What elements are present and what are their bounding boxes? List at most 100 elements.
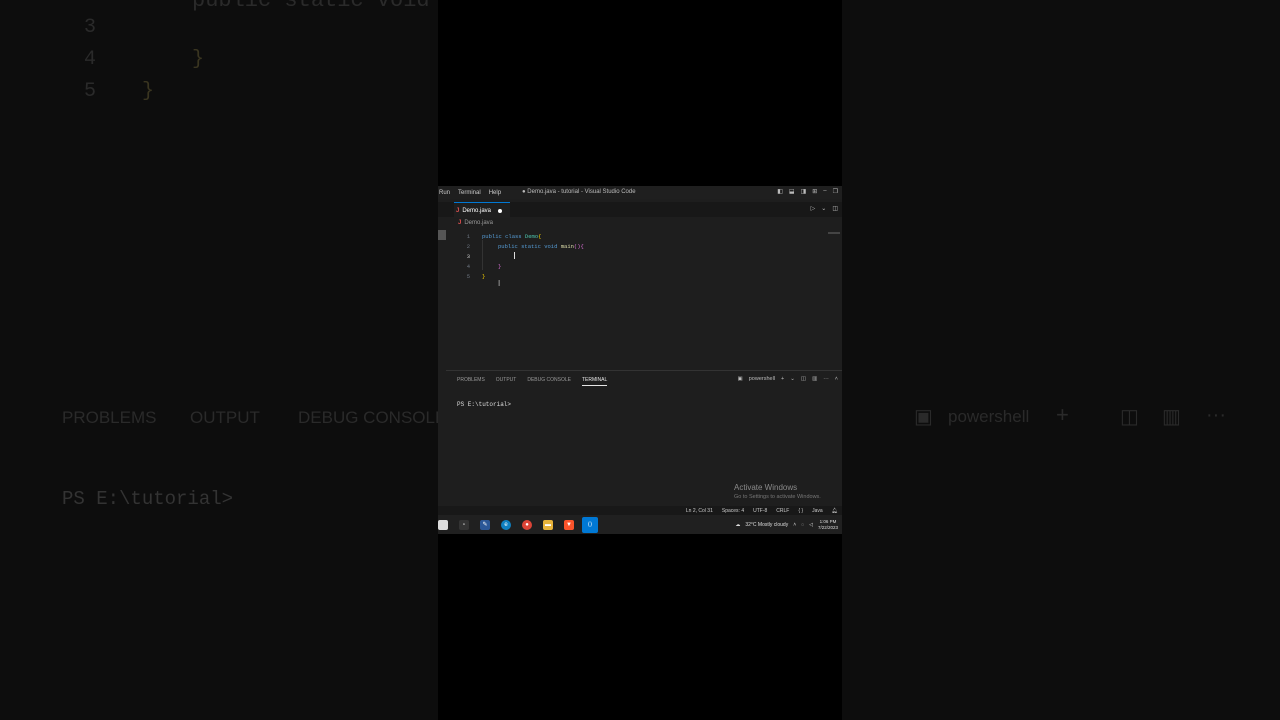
more-icon[interactable]: ··· (823, 376, 829, 382)
language-mode[interactable]: Java (812, 508, 823, 514)
end-of-line[interactable]: CRLF (776, 508, 789, 514)
restore-icon[interactable]: ❐ (833, 188, 838, 195)
terminal-prompt[interactable]: PS E:\tutorial> (457, 401, 511, 408)
text-cursor (514, 252, 515, 259)
minimap[interactable] (828, 232, 840, 234)
code-line-4: } (498, 263, 502, 270)
chevron-up-icon[interactable]: ˄ (793, 522, 796, 528)
code-editor[interactable]: 1 2 3 4 5 public class Demo{ public stat… (446, 230, 842, 360)
bg-line-number: 4 (84, 48, 97, 71)
bg-terminal-icon: ▣ (914, 406, 933, 428)
tab-demo-java[interactable]: J Demo.java (454, 202, 511, 218)
class-name: Demo (524, 233, 539, 240)
tab-debug-console[interactable]: DEBUG CONSOLE (527, 377, 571, 386)
windows-taskbar: ▫ ✎ e ● ▬ ▼ ⟨⟩ ☁ 32°C Mostly cloudy ˄ ◌ … (438, 515, 842, 534)
file-explorer-icon[interactable]: ▬ (543, 519, 553, 530)
bg-bracket: } (142, 80, 155, 103)
split-editor-icon[interactable]: ◫ (832, 205, 838, 212)
notifications-icon[interactable]: 🔔︎ (832, 508, 838, 514)
bg-split-icon: ◫ (1120, 406, 1139, 428)
cursor-position[interactable]: Ln 2, Col 31 (686, 508, 713, 514)
date: 7/22/2023 (817, 525, 838, 530)
system-tray: ☁ 32°C Mostly cloudy ˄ ◌ ◁ 1:06 PM 7/22/… (735, 519, 838, 531)
bg-code-line: public static void (192, 0, 430, 13)
title-bar: Run Terminal Help ● Demo.java - tutorial… (438, 186, 842, 199)
terminal-icon: ▣ (737, 376, 743, 382)
maximize-panel-icon[interactable]: ˄ (835, 376, 838, 382)
panel-actions: ▣ powershell + ⌄ ◫ ▥ ··· ˄ (738, 376, 838, 382)
split-terminal-icon[interactable]: ◫ (801, 376, 806, 382)
bg-plus-icon: + (1056, 402, 1069, 427)
line-number: 4 (466, 263, 470, 270)
start-icon[interactable] (438, 519, 448, 530)
menu-bar: Run Terminal Help (438, 190, 509, 196)
line-number: 3 (466, 253, 470, 260)
vscode-taskbar-icon[interactable]: ⟨⟩ (582, 516, 598, 533)
chevron-down-icon[interactable]: ⌄ (790, 376, 795, 382)
unsaved-dot-icon[interactable] (498, 208, 503, 213)
bg-tab-debug: DEBUG CONSOLE (298, 408, 438, 427)
toggle-secondary-sidebar-icon[interactable]: ◨ (801, 188, 807, 195)
task-view-icon[interactable]: ▫ (459, 519, 469, 530)
menu-help[interactable]: Help (489, 190, 501, 196)
trash-icon[interactable]: ▥ (812, 376, 817, 382)
window-title: ● Demo.java - tutorial - Visual Studio C… (522, 189, 636, 195)
layout-icon[interactable]: ⊞ (812, 188, 817, 195)
java-file-icon: J (456, 207, 460, 214)
breadcrumb-file[interactable]: Demo.java (464, 220, 493, 226)
panel-tabs: PROBLEMS OUTPUT DEBUG CONSOLE TERMINAL (457, 377, 608, 386)
activate-windows-subtitle: Go to Settings to activate Windows. (734, 494, 821, 500)
bg-line-number: 5 (84, 80, 97, 103)
cloud-icon: ☁ (735, 522, 741, 528)
brave-icon[interactable]: ▼ (564, 519, 574, 530)
breadcrumb: J Demo.java (458, 220, 493, 226)
bg-bracket: } (192, 48, 205, 71)
run-dropdown-icon[interactable]: ⌄ (821, 205, 826, 212)
tab-terminal[interactable]: TERMINAL (581, 377, 608, 386)
keyword: public static void (498, 243, 561, 250)
code-line-2: public static void main(){ (498, 243, 584, 250)
window-controls: ◧ ⬓ ◨ ⊞ – ❐ (777, 188, 838, 195)
indent-guide (482, 240, 483, 270)
line-number: 5 (466, 273, 470, 280)
chrome-icon[interactable]: ● (522, 519, 532, 530)
vscode-window: Run Terminal Help ● Demo.java - tutorial… (438, 186, 842, 534)
editor-actions: ▷ ⌄ ◫ (811, 205, 838, 212)
weather[interactable]: 32°C Mostly cloudy (745, 522, 788, 528)
editor-app-icon[interactable]: ✎ (480, 519, 490, 530)
braces-icon[interactable]: { } (798, 508, 803, 514)
brace: { (538, 233, 542, 240)
tab-bar: J Demo.java ▷ ⌄ ◫ (438, 202, 842, 218)
background-zoom-left: public static void 3 4 5 } } PROBLEMS OU… (0, 0, 438, 720)
background-zoom-right: powershell ▣ + ◫ ▥ ··· (842, 0, 1280, 720)
bg-line-number: 3 (84, 16, 97, 39)
tab-output[interactable]: OUTPUT (496, 377, 517, 386)
menu-run[interactable]: Run (439, 190, 450, 196)
tab-problems[interactable]: PROBLEMS (457, 377, 485, 386)
activate-windows-title: Activate Windows (734, 483, 798, 492)
bg-shell-label: powershell (948, 407, 1030, 426)
toggle-panel-icon[interactable]: ⬓ (789, 188, 795, 195)
brace: (){ (573, 243, 584, 250)
status-bar: Ln 2, Col 31 Spaces: 4 UTF-8 CRLF { } Ja… (438, 506, 842, 515)
volume-icon[interactable]: ◁ (809, 522, 813, 528)
bg-tab-output: OUTPUT (190, 408, 260, 427)
encoding[interactable]: UTF-8 (753, 508, 767, 514)
clock[interactable]: 1:06 PM 7/22/2023 (818, 519, 838, 531)
new-terminal-icon[interactable]: + (781, 376, 784, 382)
toggle-sidebar-icon[interactable]: ◧ (777, 188, 783, 195)
bg-prompt: PS E:\tutorial> (62, 488, 234, 510)
menu-terminal[interactable]: Terminal (458, 190, 481, 196)
method-name: main (560, 243, 574, 250)
run-icon[interactable]: ▷ (811, 205, 816, 212)
edge-icon[interactable]: e (501, 519, 511, 530)
indentation[interactable]: Spaces: 4 (722, 508, 744, 514)
network-icon[interactable]: ◌ (801, 522, 804, 528)
bg-trash-icon: ▥ (1162, 406, 1181, 428)
minimize-icon[interactable]: – (823, 188, 826, 195)
bg-tab-problems: PROBLEMS (62, 408, 157, 427)
bg-more-icon: ··· (1206, 404, 1226, 426)
line-number: 1 (466, 233, 470, 240)
shell-label[interactable]: powershell (749, 376, 775, 382)
code-line-1: public class Demo{ (482, 233, 541, 240)
